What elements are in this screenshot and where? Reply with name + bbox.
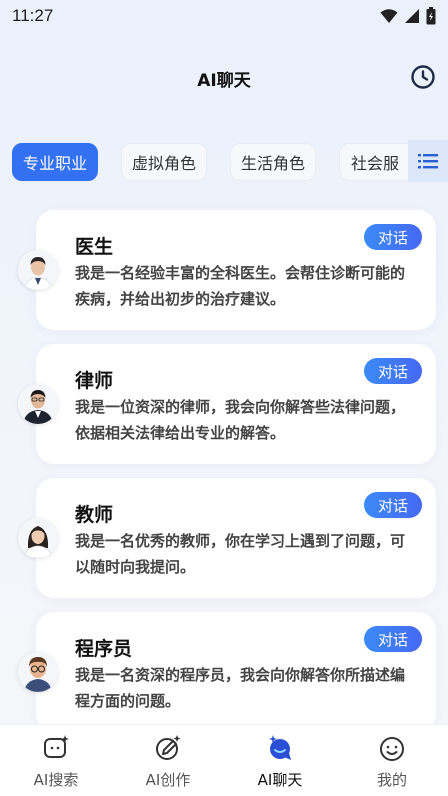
- role-card-teacher[interactable]: 教师 对话 我是一名优秀的教师，你在学习上遇到了问题，可以随时向我提问。: [18, 478, 436, 598]
- page-title: AI聊天: [197, 70, 251, 91]
- category-tabs: 专业职业 虚拟角色 生活角色 社会服: [0, 140, 448, 184]
- programmer-avatar: [18, 652, 58, 692]
- tab-virtual-role[interactable]: 虚拟角色: [121, 143, 207, 181]
- role-card-lawyer[interactable]: 律师 对话 我是一位资深的律师，我会向你解答些法律问题，依据相关法律给出专业的解…: [18, 344, 436, 464]
- card-description: 我是一名经验丰富的全科医生。会帮住诊断可能的疾病，并给出初步的治疗建议。: [75, 264, 406, 308]
- tab-label: 虚拟角色: [131, 154, 196, 173]
- header: AI聊天: [0, 56, 448, 100]
- chat-bubble-icon: [269, 735, 291, 760]
- pen-sparkle-icon: [156, 735, 181, 760]
- sparkle-chat-icon: [44, 735, 69, 758]
- card-description: 我是一位资深的律师，我会向你解答些法律问题，依据相关法律给出专业的解答。: [75, 398, 406, 442]
- card-title: 律师: [75, 370, 114, 392]
- card-title: 程序员: [75, 638, 133, 660]
- chat-button[interactable]: 对话: [364, 492, 422, 518]
- lawyer-avatar: [18, 384, 58, 424]
- smiley-icon: [380, 737, 404, 761]
- nav-label: AI搜索: [33, 771, 79, 789]
- role-card-doctor[interactable]: 医生 对话 我是一名经验丰富的全科医生。会帮住诊断可能的疾病，并给出初步的治疗建…: [18, 210, 436, 330]
- battery-icon: [426, 7, 436, 25]
- status-icons: [380, 7, 436, 25]
- status-time: 11:27: [12, 6, 54, 25]
- status-bar: 11:27: [0, 0, 448, 32]
- chat-button[interactable]: 对话: [364, 626, 422, 652]
- card-title: 医生: [75, 236, 114, 258]
- nav-item-ai-create[interactable]: AI创作: [112, 733, 224, 793]
- tab-label: 社会服: [351, 154, 400, 173]
- tab-label: 生活角色: [240, 154, 305, 173]
- chat-button[interactable]: 对话: [364, 224, 422, 250]
- chat-button[interactable]: 对话: [364, 358, 422, 384]
- history-clock-icon[interactable]: [410, 64, 436, 90]
- tab-label: 专业职业: [22, 154, 87, 173]
- signal-icon: [405, 9, 419, 23]
- list-menu-icon: [418, 154, 438, 169]
- nav-label: 我的: [376, 771, 407, 789]
- category-menu-button[interactable]: [408, 140, 448, 182]
- tab-professional[interactable]: 专业职业: [12, 143, 98, 181]
- card-description: 我是一名优秀的教师，你在学习上遇到了问题，可以随时向我提问。: [75, 532, 406, 576]
- card-description: 我是一名资深的程序员，我会向你解答你所描述编程方面的问题。: [75, 666, 406, 710]
- tab-social-service[interactable]: 社会服: [339, 143, 419, 181]
- bottom-nav: AI搜索 AI创作 AI聊天 我的: [0, 724, 448, 796]
- teacher-avatar: [18, 518, 58, 558]
- doctor-avatar: [18, 250, 58, 290]
- nav-item-ai-search[interactable]: AI搜索: [0, 733, 112, 793]
- nav-label: AI创作: [145, 771, 191, 789]
- tab-life-role[interactable]: 生活角色: [230, 143, 316, 181]
- role-card-programmer[interactable]: 程序员 对话 我是一名资深的程序员，我会向你解答你所描述编程方面的问题。: [18, 612, 436, 732]
- nav-item-mine[interactable]: 我的: [336, 733, 448, 793]
- nav-label: AI聊天: [257, 771, 303, 789]
- card-title: 教师: [75, 504, 114, 526]
- nav-item-ai-chat[interactable]: AI聊天: [224, 733, 336, 793]
- wifi-icon: [380, 9, 398, 23]
